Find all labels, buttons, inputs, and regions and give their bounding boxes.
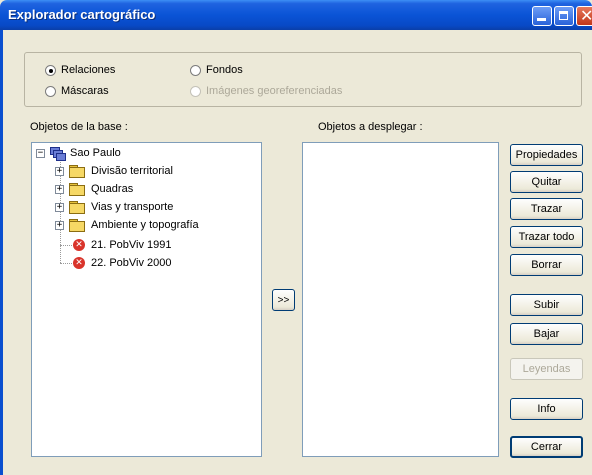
collapse-icon[interactable]: − [36,148,45,158]
radio-fondos[interactable]: Fondos [190,62,243,78]
radio-imagenes-label: Imágenes georeferenciadas [206,85,343,97]
tree-item-label: Quadras [91,183,134,195]
expand-icon[interactable]: + [55,202,64,212]
tree-item[interactable]: + Vias y transporte [55,199,173,215]
add-to-display-button[interactable]: >> [272,289,295,311]
radio-relaciones[interactable]: Relaciones [45,62,115,78]
tree-item-label: Sao Paulo [70,147,121,159]
quitar-button[interactable]: Quitar [510,171,583,193]
tree-item[interactable]: + Ambiente y topografía [55,217,199,233]
subir-button[interactable]: Subir [510,294,583,316]
expand-icon[interactable]: + [55,184,64,194]
tree-item-label: 22. PobViv 2000 [91,257,172,269]
trazar-button[interactable]: Trazar [510,198,583,220]
radio-mascaras[interactable]: Máscaras [45,83,109,99]
tree-item[interactable]: ✕ 21. PobViv 1991 [73,237,172,253]
radio-relaciones-indicator[interactable] [45,64,56,76]
source-objects-tree[interactable]: − Sao Paulo + Divisão territorial + Quad… [31,142,262,457]
left-panel-label: Objetos de la base : [30,121,128,133]
folder-icon [69,183,85,196]
leyendas-button: Leyendas [510,358,583,380]
layers-icon [50,147,66,161]
radio-relaciones-label: Relaciones [61,64,116,76]
error-icon: ✕ [73,239,85,251]
info-button[interactable]: Info [510,398,583,420]
window-title: Explorador cartográfico [8,7,156,22]
minimize-button[interactable] [532,6,552,26]
radio-fondos-indicator[interactable] [190,64,201,76]
minimize-icon [537,18,546,21]
tree-item-root[interactable]: − Sao Paulo [36,145,121,161]
title-bar: Explorador cartográfico ✕ [0,0,592,30]
radio-fondos-label: Fondos [206,64,243,76]
radio-imagenes: Imágenes georeferenciadas [190,83,342,99]
maximize-icon [559,11,568,20]
expand-icon[interactable]: + [55,220,64,230]
error-icon: ✕ [73,257,85,269]
folder-icon [69,201,85,214]
maximize-button[interactable] [554,6,574,26]
folder-icon [69,219,85,232]
tree-item-label: 21. PobViv 1991 [91,239,172,251]
close-icon: ✕ [580,6,592,25]
tree-item-label: Ambiente y topografía [91,219,199,231]
display-objects-list[interactable] [302,142,499,457]
trazar-todo-button[interactable]: Trazar todo [510,226,583,248]
borrar-button[interactable]: Borrar [510,254,583,276]
folder-icon [69,165,85,178]
radio-mascaras-indicator[interactable] [45,85,56,97]
tree-item-label: Vias y transporte [91,201,174,213]
bajar-button[interactable]: Bajar [510,323,583,345]
tree-item[interactable]: + Quadras [55,181,133,197]
close-button[interactable]: ✕ [576,6,592,26]
tree-connector [60,245,72,246]
propiedades-button[interactable]: Propiedades [510,144,583,166]
radio-imagenes-indicator [190,85,201,97]
tree-connector [60,263,72,264]
right-panel-label: Objetos a desplegar : [318,121,423,133]
expand-icon[interactable]: + [55,166,64,176]
tree-item[interactable]: ✕ 22. PobViv 2000 [73,255,172,271]
cerrar-button[interactable]: Cerrar [510,436,583,458]
window-frame [0,30,3,475]
radio-mascaras-label: Máscaras [61,85,109,97]
tree-item-label: Divisão territorial [91,165,173,177]
tree-item[interactable]: + Divisão territorial [55,163,173,179]
